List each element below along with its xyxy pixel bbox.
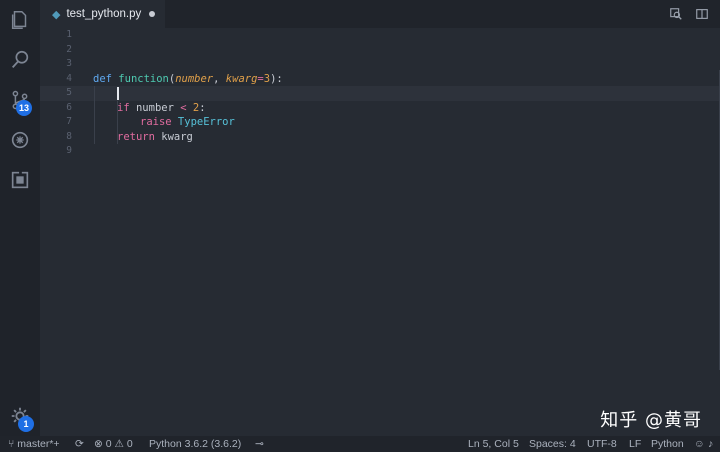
code-line: 8 return kwarg <box>40 130 720 145</box>
code-line: 4 def function(number, kwarg=3): <box>40 72 720 87</box>
cursor-position[interactable]: Ln 5, Col 5 <box>468 437 519 451</box>
error-icon: ⊗ <box>94 438 103 450</box>
bell-icon[interactable]: ♪ <box>708 437 713 451</box>
tab-title: test_python.py <box>66 8 142 20</box>
settings-badge: 1 <box>18 416 34 432</box>
code-text: if number < 2: <box>117 101 206 114</box>
language-select[interactable]: Python <box>651 437 684 451</box>
branch-item[interactable]: ⑂ master*+ <box>8 437 60 451</box>
interpreter-select[interactable]: Python 3.6.2 (3.6.2) <box>149 437 241 451</box>
code-line: if number < 2: <box>40 101 720 116</box>
split-editor-icon[interactable] <box>694 6 710 22</box>
search-icon[interactable] <box>8 48 32 72</box>
indent-guide <box>94 86 95 144</box>
line-number: 5 <box>66 87 72 98</box>
text-cursor <box>117 86 119 101</box>
code-line: 7 raise TypeError <box>40 115 720 130</box>
code-line: 9 <box>40 144 720 159</box>
python-file-icon: ◆ <box>52 7 61 21</box>
line-number: 7 <box>66 116 72 127</box>
unsaved-dot-icon[interactable] <box>149 11 155 17</box>
git-branch-icon: ⑂ <box>8 438 15 450</box>
line-number: 8 <box>66 130 72 142</box>
smiley-feedback-icon[interactable]: ☺ <box>694 437 705 451</box>
line-number: 9 <box>66 145 72 156</box>
code-line: 3 <box>40 57 720 72</box>
indentation-select[interactable]: Spaces: 4 <box>529 437 576 451</box>
code-line: 1 <box>40 28 720 43</box>
sync-icon[interactable]: ⟳ <box>75 437 84 451</box>
code-line: 2 <box>40 43 720 58</box>
warning-icon: ⚠ <box>114 438 124 450</box>
source-control-badge: 13 <box>16 100 32 116</box>
line-number: 4 <box>66 72 72 84</box>
activity-bar: 13 1 <box>0 0 40 436</box>
python-status-icon[interactable]: ⊸ <box>255 437 264 451</box>
code-editor[interactable]: 1 2 3 4 def function(number, kwarg=3): 5… <box>40 28 720 436</box>
status-bar: ⑂ master*+ ⟳ ⊗ 0 ⚠ 0 Python 3.6.2 (3.6.2… <box>0 436 720 452</box>
editor-actions <box>668 6 710 22</box>
eol-select[interactable]: LF <box>629 437 641 451</box>
indent-guide <box>117 100 118 144</box>
open-changes-icon[interactable] <box>668 6 684 22</box>
warning-count: 0 <box>126 438 133 450</box>
error-count: 0 <box>105 438 112 450</box>
branch-name: master*+ <box>17 438 60 450</box>
tab-bar: ◆ test_python.py <box>40 0 720 28</box>
code-text: def function(number, kwarg=3): <box>93 72 283 85</box>
watermark: 知乎 @黄哥 <box>600 410 702 431</box>
debug-icon[interactable] <box>8 128 32 152</box>
extensions-icon[interactable] <box>8 168 32 192</box>
current-line: 5 <box>40 86 720 101</box>
problems-item[interactable]: ⊗ 0 ⚠ 0 <box>94 437 133 451</box>
code-text: raise TypeError <box>140 116 235 128</box>
line-number: 1 <box>66 29 72 40</box>
tab-test-python[interactable]: ◆ test_python.py <box>40 0 165 28</box>
line-number: 2 <box>66 43 72 55</box>
encoding-select[interactable]: UTF-8 <box>587 437 617 451</box>
files-icon[interactable] <box>8 8 32 32</box>
code-text: return kwarg <box>117 130 193 143</box>
line-number: 3 <box>66 58 72 69</box>
